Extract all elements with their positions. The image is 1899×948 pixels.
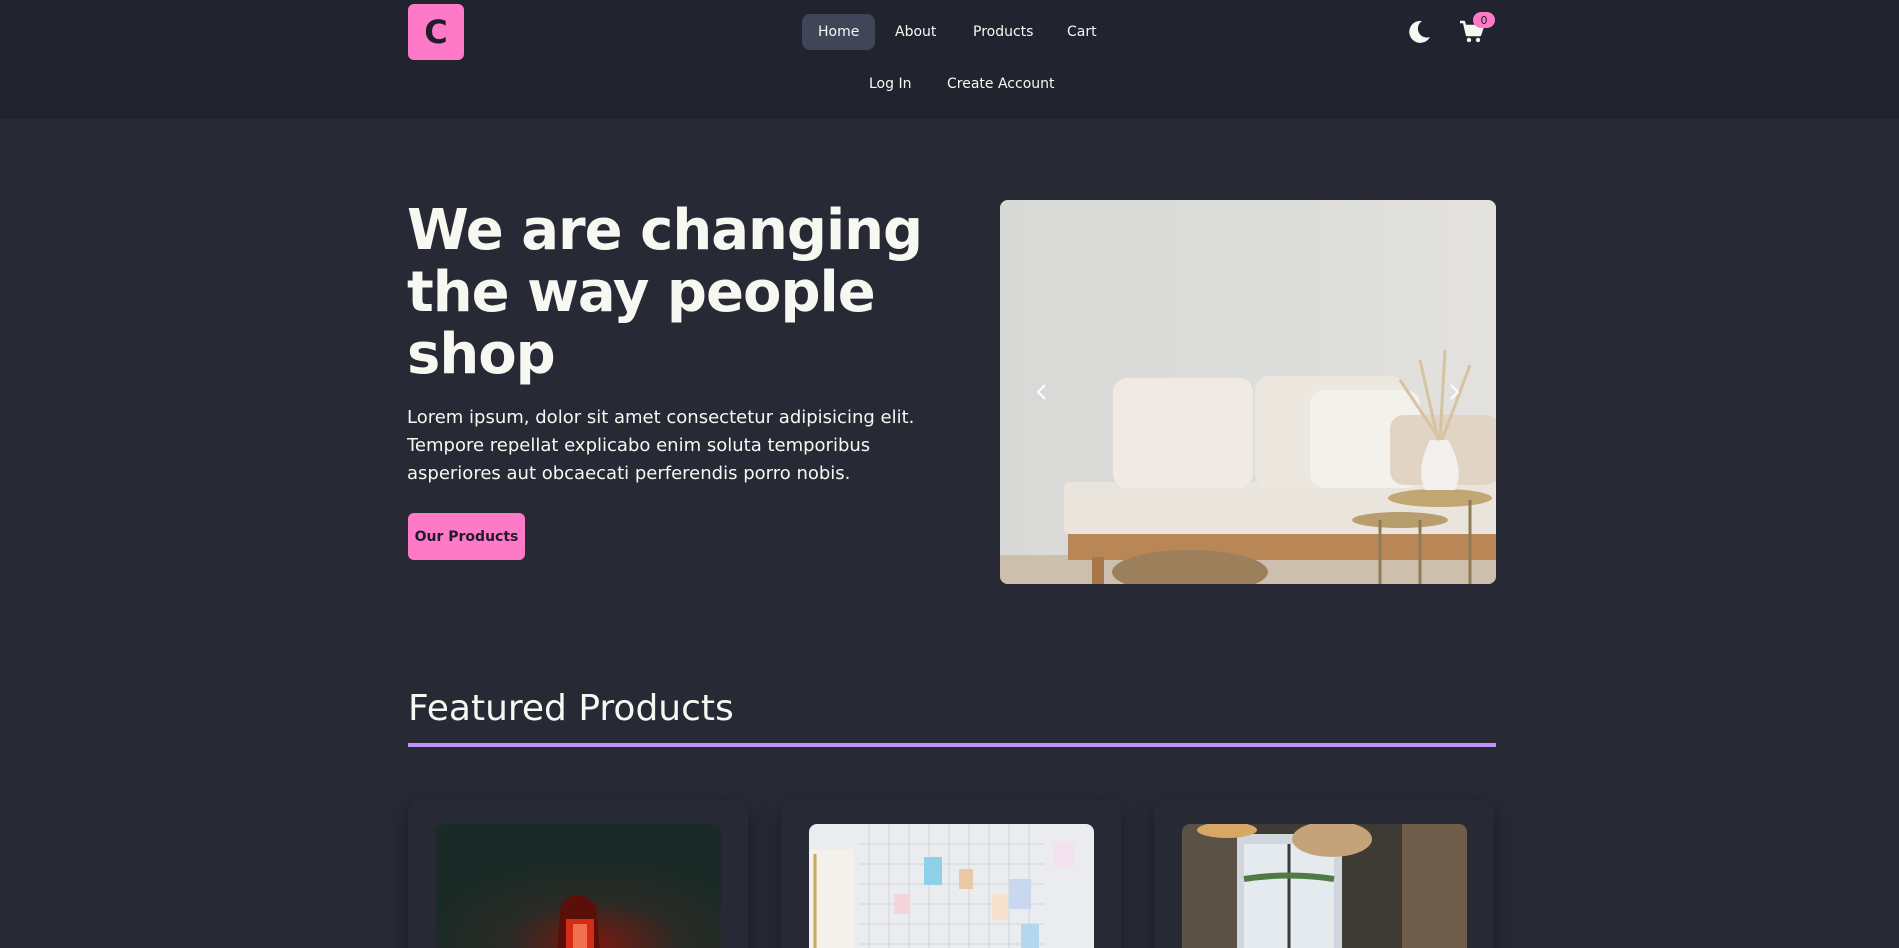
chevron-left-icon[interactable] <box>1028 378 1056 406</box>
create-account-link[interactable]: Create Account <box>947 76 1055 92</box>
product-image-wall-grid <box>809 824 1094 948</box>
moon-icon[interactable] <box>1405 18 1433 46</box>
chevron-right-icon[interactable] <box>1440 378 1468 406</box>
hero-carousel[interactable] <box>1000 200 1496 584</box>
product-card[interactable] <box>408 800 748 948</box>
login-link[interactable]: Log In <box>869 76 911 92</box>
our-products-button[interactable]: Our Products <box>408 513 525 560</box>
cart-count-badge: 0 <box>1473 12 1495 28</box>
product-image-lantern <box>436 824 721 948</box>
sofa-image <box>1000 200 1496 584</box>
featured-divider <box>408 743 1496 747</box>
nav-cart[interactable]: Cart <box>1051 14 1113 50</box>
nav-home[interactable]: Home <box>802 14 876 50</box>
hero-description: Lorem ipsum, dolor sit amet consectetur … <box>407 407 915 484</box>
nav-about[interactable]: About <box>879 14 952 50</box>
nav-products[interactable]: Products <box>957 14 1049 50</box>
featured-products-title: Featured Products <box>408 688 734 729</box>
product-card[interactable] <box>781 800 1121 948</box>
hero-title: We are changing the way people shop <box>407 198 923 387</box>
logo[interactable]: C <box>408 4 464 60</box>
product-card[interactable] <box>1154 800 1494 948</box>
product-image-interior <box>1182 824 1467 948</box>
